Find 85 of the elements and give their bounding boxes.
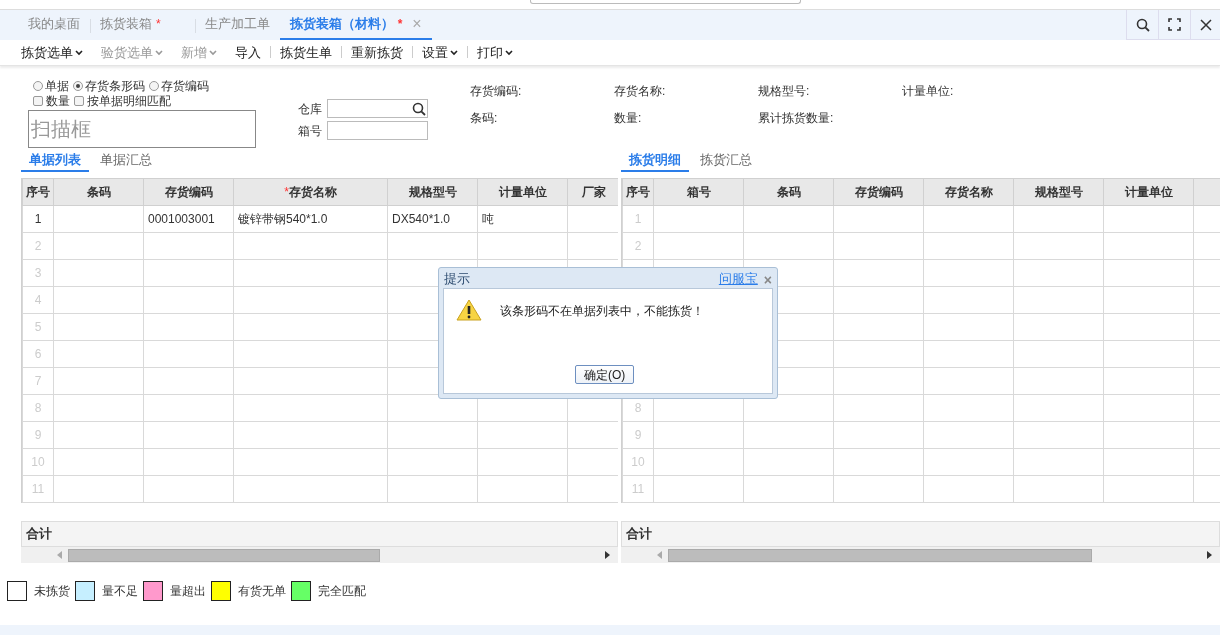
box-number-field[interactable]: [327, 121, 428, 140]
tab[interactable]: 生产加工单: [194, 10, 280, 40]
column-header: 规格型号: [408, 185, 457, 199]
column-header: 条码: [776, 185, 801, 199]
checkbox[interactable]: [74, 96, 84, 106]
radio-label: 单据: [45, 78, 69, 95]
caret-icon: [75, 49, 83, 56]
dialog-message: 该条形码不在单据列表中，不能拣货！: [500, 303, 704, 320]
column-header: 存货编码: [854, 185, 903, 199]
help-link[interactable]: 问服宝: [718, 268, 758, 288]
radio-button[interactable]: [73, 81, 83, 91]
column-header: 存货编码: [164, 185, 213, 199]
field-label: 条码:: [470, 110, 498, 127]
warning-icon: [456, 299, 482, 321]
dialog-title: 提示: [444, 269, 470, 288]
checkbox-label: 数量: [46, 93, 70, 110]
checkbox[interactable]: [33, 96, 43, 106]
column-header: 计量单位: [1124, 185, 1173, 199]
toolbar-button[interactable]: 拣货选单: [16, 42, 88, 63]
column-header: 计量单位: [498, 185, 547, 199]
toolbar-button[interactable]: 设置: [408, 42, 463, 63]
legend-label: 量不足: [102, 583, 138, 600]
close-button[interactable]: ×: [763, 272, 772, 288]
column-header: 存货名称: [944, 185, 993, 199]
tab[interactable]: 拣货汇总: [692, 150, 760, 172]
legend-label: 完全匹配: [318, 583, 366, 600]
field-label: 累计拣货数量:: [758, 110, 834, 127]
column-header: 序号: [626, 185, 650, 199]
field-label: 计量单位:: [902, 83, 954, 100]
row-number: 1: [34, 212, 42, 226]
total-label: 合计: [26, 525, 52, 544]
caret-icon: [209, 49, 217, 56]
field-label: 箱号: [298, 122, 323, 140]
column-header: 规格型号: [1034, 185, 1083, 199]
radio-button[interactable]: [33, 81, 43, 91]
close-icon[interactable]: ×: [412, 12, 422, 36]
radio-label: 存货条形码: [85, 78, 145, 95]
checkbox-label: 按单据明细匹配: [87, 93, 171, 110]
field-label: 存货编码:: [470, 83, 522, 100]
column-header: 厂家: [581, 185, 606, 199]
field-label: 数量:: [614, 110, 642, 127]
ok-button[interactable]: 确定(O): [575, 365, 635, 384]
caret-icon: [450, 49, 458, 56]
table-cell: 吨: [482, 212, 494, 226]
field-label: 规格型号:: [758, 83, 810, 100]
search-field[interactable]: [530, 0, 801, 4]
table-cell: 镀锌带钢540*1.0: [238, 212, 328, 226]
field-label: 仓库: [298, 100, 323, 118]
toolbar-button[interactable]: 导入: [230, 42, 266, 63]
scroll-left-icon[interactable]: [57, 551, 62, 559]
column-header: 箱号: [686, 185, 711, 199]
column-header: 条码: [86, 185, 111, 199]
tab[interactable]: 单据汇总: [92, 150, 160, 172]
tab[interactable]: 拣货装箱（材料） * ×: [279, 10, 432, 40]
toolbar-button[interactable]: 打印: [463, 42, 518, 63]
scroll-right-icon[interactable]: [605, 551, 610, 559]
radio-label: 存货编码: [161, 78, 209, 95]
caret-icon: [505, 49, 513, 56]
required-asterisk: *: [284, 185, 289, 199]
total-label: 合计: [626, 525, 652, 544]
tab[interactable]: 单据列表: [21, 150, 89, 172]
scroll-right-icon[interactable]: [1207, 551, 1212, 559]
toolbar-button[interactable]: 拣货生单: [266, 42, 337, 63]
legend-label: 未拣货: [34, 583, 70, 600]
legend-label: 有货无单: [238, 583, 286, 600]
radio-button[interactable]: [149, 81, 159, 91]
modified-asterisk: *: [156, 16, 161, 33]
column-header: 序号: [26, 185, 50, 199]
tab[interactable]: 拣货装箱 *: [90, 10, 171, 40]
scrollbar[interactable]: [21, 547, 618, 563]
table-cell: DX540*1.0: [392, 212, 451, 226]
scrollbar[interactable]: [621, 547, 1220, 563]
legend-label: 量超出: [170, 583, 206, 600]
toolbar-button[interactable]: 重新拣货: [337, 42, 408, 63]
tab[interactable]: 拣货明细: [621, 150, 689, 172]
search-icon: [412, 101, 426, 116]
scroll-left-icon[interactable]: [657, 551, 662, 559]
scan-input-field[interactable]: 扫描框: [28, 110, 256, 148]
table-cell: 0001003001: [148, 212, 215, 226]
column-header: 存货名称: [288, 185, 337, 199]
field-label: 存货名称:: [614, 83, 666, 100]
warehouse-field[interactable]: [327, 99, 428, 118]
modified-asterisk: *: [397, 16, 403, 33]
tab[interactable]: 我的桌面: [18, 10, 90, 40]
caret-icon: [155, 49, 163, 56]
